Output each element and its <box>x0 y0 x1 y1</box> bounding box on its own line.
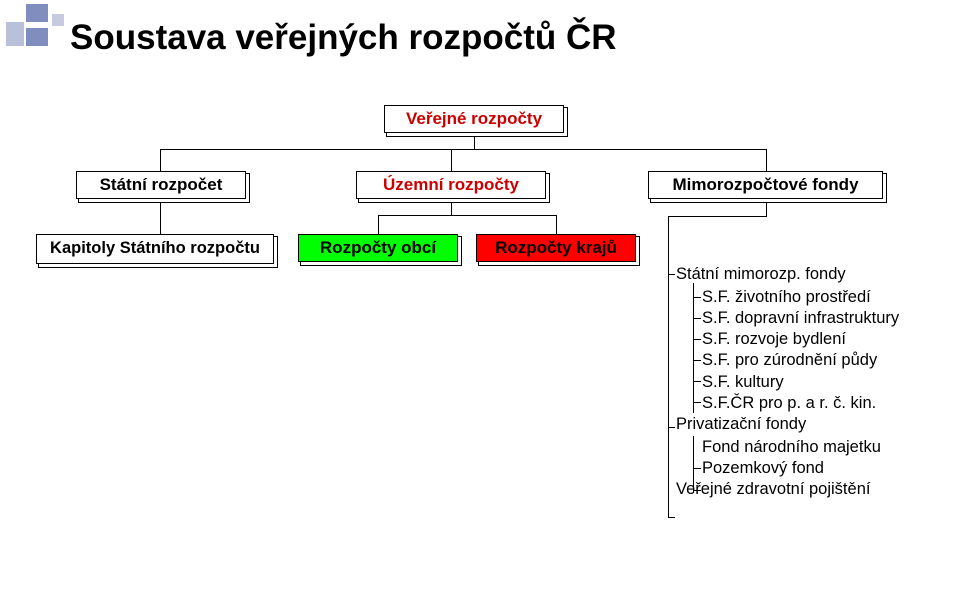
corner-deco-icon <box>26 28 48 46</box>
node-mimorozpoctove-fondy: Mimorozpočtové fondy <box>648 171 883 199</box>
list-item: Pozemkový fond <box>676 458 899 479</box>
connector <box>451 149 452 171</box>
list-item: Fond národního majetku <box>676 437 899 458</box>
tree-connector <box>693 283 694 413</box>
node-kapitoly-sr: Kapitoly Státního rozpočtu <box>36 234 274 264</box>
tree-connector <box>693 339 701 340</box>
tree-connector <box>668 517 675 518</box>
connector <box>766 149 767 171</box>
connector <box>451 203 452 215</box>
tree-connector <box>693 318 701 319</box>
list-item: S.F.ČR pro p. a r. č. kin. <box>676 393 899 414</box>
tree-connector <box>693 402 701 403</box>
connector <box>378 215 556 216</box>
list-item: S.F. kultury <box>676 372 899 393</box>
list-item: S.F. dopravní infrastruktury <box>676 308 899 329</box>
connector <box>474 137 475 149</box>
tree-connector <box>668 216 669 518</box>
corner-deco-icon <box>6 22 24 46</box>
connector <box>160 203 161 234</box>
connector <box>766 203 767 216</box>
corner-deco-icon <box>26 4 48 22</box>
tree-connector <box>693 436 694 493</box>
tree-connector <box>668 274 675 275</box>
list-item: S.F. pro zúrodnění půdy <box>676 350 899 371</box>
node-rozpocty-obci: Rozpočty obcí <box>298 234 458 262</box>
connector <box>160 149 766 150</box>
connector <box>556 215 557 234</box>
list-item: S.F. životního prostředí <box>676 287 899 308</box>
list-item: Státní mimorozp. fondy <box>676 264 899 285</box>
connector <box>378 215 379 234</box>
tree-connector <box>693 468 701 469</box>
tree-connector <box>693 490 701 491</box>
tree-connector <box>693 381 701 382</box>
corner-deco-icon <box>52 14 64 26</box>
node-uzemni-rozpocty: Územní rozpočty <box>356 171 546 199</box>
connector <box>160 149 161 171</box>
list-item: Veřejné zdravotní pojištění <box>676 479 899 500</box>
node-rozpocty-kraju: Rozpočty krajů <box>476 234 636 262</box>
tree-connector <box>693 297 701 298</box>
connector <box>668 216 767 217</box>
tree-connector <box>693 360 701 361</box>
tree-connector <box>668 427 675 428</box>
node-statni-rozpocet: Státní rozpočet <box>76 171 246 199</box>
node-root: Veřejné rozpočty <box>384 105 564 133</box>
fund-list: Státní mimorozp. fondy S.F. životního pr… <box>676 264 899 500</box>
page-title: Soustava veřejných rozpočtů ČR <box>70 18 617 58</box>
list-item: Privatizační fondy <box>676 414 899 435</box>
list-item: S.F. rozvoje bydlení <box>676 329 899 350</box>
